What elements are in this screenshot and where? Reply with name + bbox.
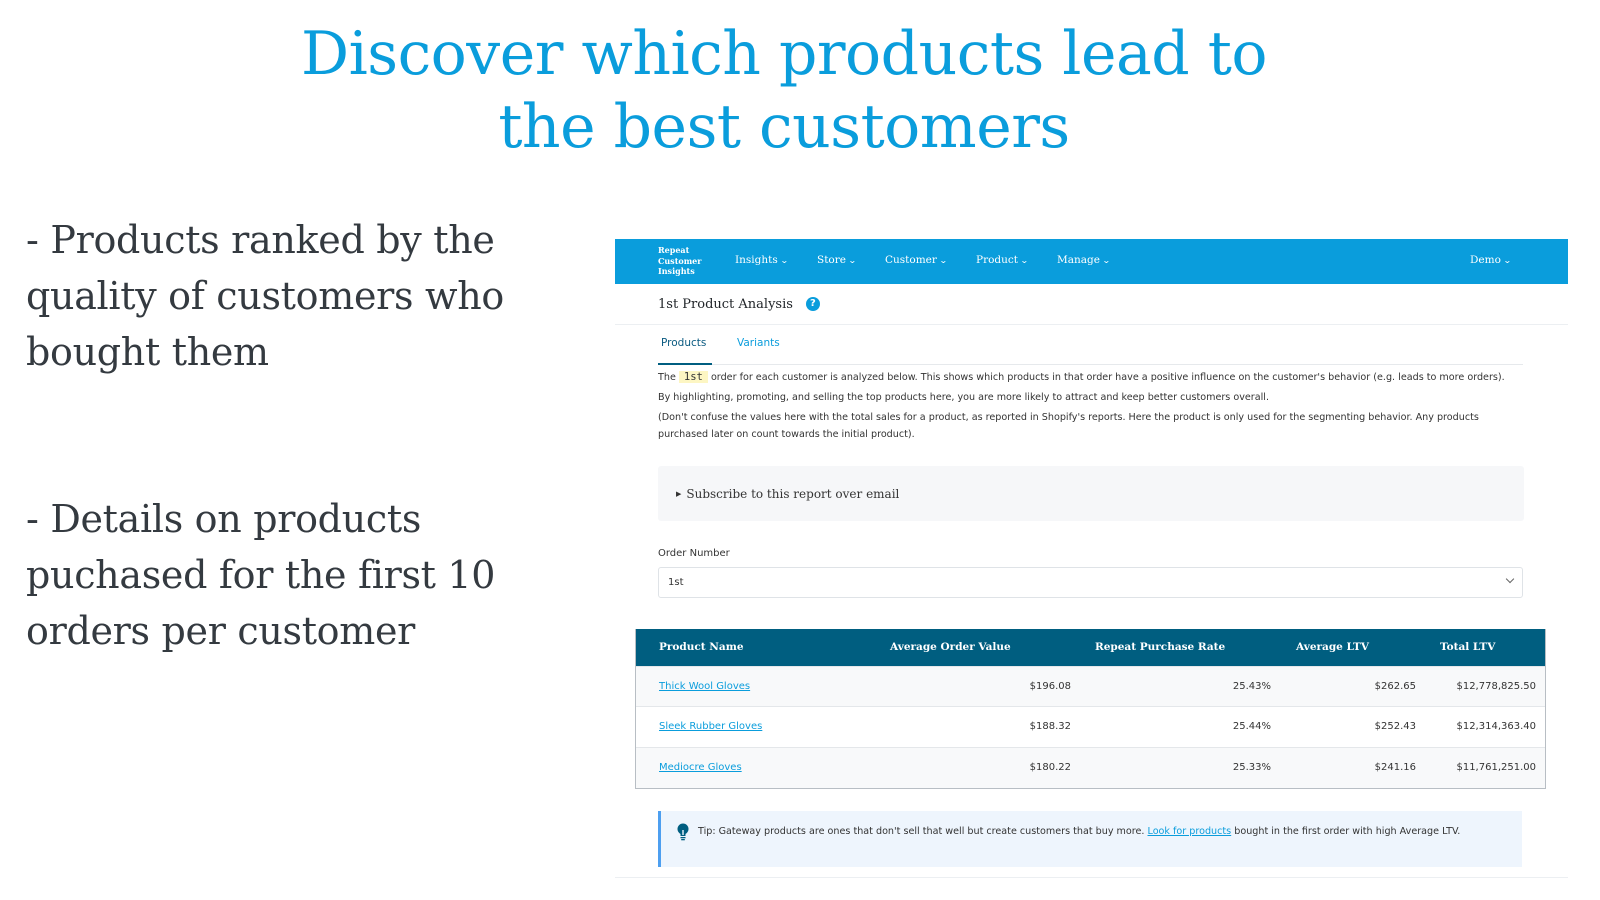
order-number-label: Order Number	[658, 548, 730, 559]
nav-label: Product	[976, 254, 1018, 266]
brand-line: Customer	[658, 255, 702, 266]
nav-manage[interactable]: Manage ⌄	[1057, 254, 1111, 266]
disclosure-triangle-icon: ▶	[676, 489, 682, 498]
nav-product[interactable]: Product ⌄	[976, 254, 1029, 266]
table-row: Mediocre Gloves $180.22 25.33% $241.16 $…	[636, 747, 1545, 788]
tip-text: Tip: Gateway products are ones that don'…	[698, 823, 1518, 840]
total-ltv-cell: $12,314,363.40	[1456, 721, 1536, 733]
chevron-down-icon: ⌄	[1019, 255, 1029, 265]
tip-callout: Tip: Gateway products are ones that don'…	[658, 811, 1522, 867]
column-header-average-ltv[interactable]: Average LTV	[1271, 629, 1416, 666]
description-paragraph: (Don't confuse the values here with the …	[658, 412, 1479, 440]
avg-ltv-cell: $241.16	[1374, 762, 1416, 773]
subscribe-label: Subscribe to this report over email	[686, 486, 900, 501]
repeat-rate-cell: 25.44%	[1232, 721, 1271, 733]
nav-label: Manage	[1057, 254, 1100, 266]
product-link[interactable]: Thick Wool Gloves	[659, 681, 750, 692]
table-row: Sleek Rubber Gloves $188.32 25.44% $252.…	[636, 706, 1545, 748]
tip-text-before: Tip: Gateway products are ones that don'…	[698, 826, 1145, 837]
tab-products[interactable]: Products	[657, 337, 713, 365]
headline-line-2: the best customers	[498, 92, 1070, 162]
page-title-bar: 1st Product Analysis ?	[615, 284, 1568, 325]
avg-ltv-cell: $262.65	[1374, 680, 1416, 692]
product-link[interactable]: Mediocre Gloves	[659, 762, 742, 773]
column-header-product-name[interactable]: Product Name	[636, 629, 866, 666]
subscribe-email-toggle[interactable]: ▶ Subscribe to this report over email	[658, 466, 1524, 521]
bullet-product-details: - Details on products puchased for the f…	[26, 497, 496, 653]
slide-headline: Discover which products lead to the best…	[0, 18, 1568, 164]
aov-cell: $180.22	[1029, 762, 1071, 773]
report-description: The 1st order for each customer is analy…	[658, 369, 1518, 446]
nav-store[interactable]: Store ⌄	[817, 254, 857, 266]
aov-cell: $196.08	[1029, 680, 1071, 692]
avg-ltv-cell: $252.43	[1374, 721, 1416, 733]
column-header-repeat-purchase-rate[interactable]: Repeat Purchase Rate	[1071, 629, 1271, 666]
nav-insights[interactable]: Insights ⌄	[735, 254, 789, 266]
chevron-down-icon	[1505, 574, 1515, 584]
nav-label: Store	[817, 254, 846, 266]
chevron-down-icon: ⌄	[938, 255, 948, 265]
repeat-rate-cell: 25.33%	[1232, 762, 1271, 773]
nav-label: Demo	[1470, 254, 1501, 266]
divider	[615, 877, 1568, 878]
nav-customer[interactable]: Customer ⌄	[885, 254, 948, 266]
page-title: 1st Product Analysis	[658, 296, 793, 312]
app-screenshot: Repeat Customer Insights Insights ⌄ Stor…	[615, 239, 1568, 879]
chevron-down-icon: ⌄	[779, 255, 789, 265]
lightbulb-icon	[677, 823, 689, 841]
table-header-row: Product Name Average Order Value Repeat …	[636, 629, 1545, 666]
description-text: order for each customer is analyzed belo…	[710, 372, 1505, 383]
total-ltv-cell: $11,761,251.00	[1456, 762, 1536, 773]
product-name-cell: Mediocre Gloves	[636, 747, 866, 788]
bullet-products-ranked: - Products ranked by the quality of cust…	[26, 218, 504, 374]
column-header-total-ltv[interactable]: Total LTV	[1416, 629, 1545, 666]
help-icon[interactable]: ?	[805, 297, 820, 311]
description-paragraph: By highlighting, promoting, and selling …	[658, 392, 1269, 403]
chevron-down-icon: ⌄	[1101, 255, 1111, 265]
repeat-rate-cell: 25.43%	[1232, 680, 1271, 692]
tab-variants[interactable]: Variants	[737, 337, 780, 349]
tab-bar: Products Variants	[657, 335, 1523, 365]
look-for-products-link[interactable]: Look for products	[1148, 826, 1232, 837]
order-number-select[interactable]: 1st	[658, 567, 1523, 598]
aov-cell: $188.32	[1029, 721, 1071, 733]
order-code-highlight: 1st	[678, 371, 708, 383]
brand-logo[interactable]: Repeat Customer Insights	[658, 245, 708, 277]
table-row: Thick Wool Gloves $196.08 25.43% $262.65…	[636, 666, 1545, 707]
total-ltv-cell: $12,778,825.50	[1456, 680, 1536, 692]
top-navbar: Repeat Customer Insights Insights ⌄ Stor…	[615, 239, 1568, 284]
description-paragraph: The 1st order for each customer is analy…	[658, 369, 1518, 386]
nav-label: Insights	[735, 254, 778, 266]
product-name-cell: Sleek Rubber Gloves	[636, 707, 866, 748]
chevron-down-icon: ⌄	[1502, 255, 1512, 265]
product-link[interactable]: Sleek Rubber Gloves	[659, 721, 762, 732]
order-number-value: 1st	[668, 577, 684, 588]
headline-line-1: Discover which products lead to	[300, 19, 1268, 89]
products-table: Product Name Average Order Value Repeat …	[635, 629, 1546, 789]
description-text: The	[658, 372, 676, 383]
brand-line: Insights	[658, 266, 695, 276]
chevron-down-icon: ⌄	[847, 255, 857, 265]
nav-account-demo[interactable]: Demo ⌄	[1470, 254, 1512, 266]
brand-line: Repeat	[658, 245, 690, 255]
nav-label: Customer	[885, 254, 937, 266]
product-name-cell: Thick Wool Gloves	[636, 666, 866, 707]
tip-text-after: bought in the first order with high Aver…	[1234, 826, 1461, 837]
column-header-average-order-value[interactable]: Average Order Value	[866, 629, 1071, 666]
